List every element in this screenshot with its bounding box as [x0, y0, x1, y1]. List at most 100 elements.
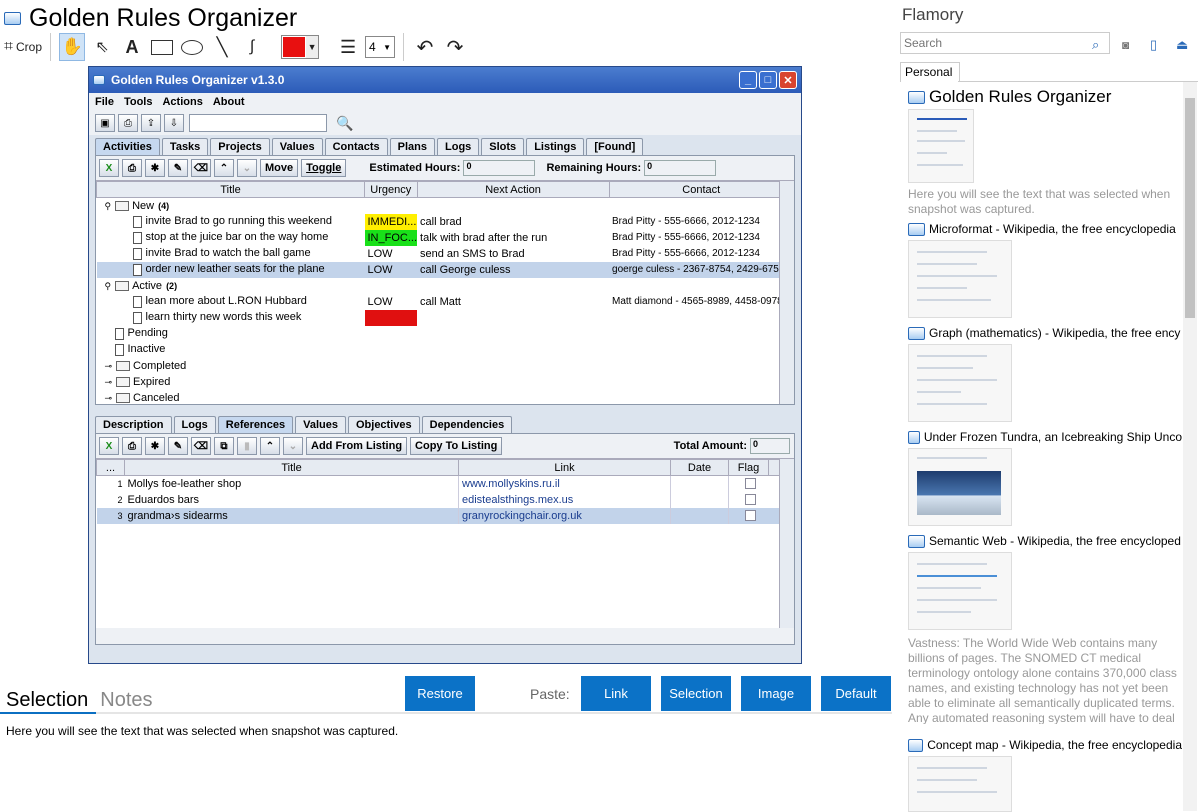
- import-icon[interactable]: ⇩: [164, 114, 184, 132]
- move-up-icon[interactable]: ⌃: [214, 159, 234, 177]
- add-from-listing-button[interactable]: Add From Listing: [306, 437, 408, 455]
- excel-icon[interactable]: X: [99, 159, 119, 177]
- menu-item-tools[interactable]: Tools: [124, 96, 153, 108]
- table-row[interactable]: invite Brad to watch the ball game LOW sen…: [97, 246, 794, 262]
- new-item-icon[interactable]: ✱: [145, 159, 165, 177]
- hand-tool[interactable]: ✋: [59, 33, 86, 61]
- tab-projects[interactable]: Projects: [210, 138, 270, 155]
- line-width-icon[interactable]: ☰: [335, 33, 361, 61]
- paste-image-button[interactable]: Image: [741, 676, 811, 711]
- move-down-icon[interactable]: ⌄: [237, 159, 257, 177]
- column-header-title[interactable]: Title: [96, 181, 365, 198]
- collapsed-node-icon[interactable]: ⊸: [105, 377, 113, 387]
- undo-button[interactable]: ↶: [412, 33, 438, 61]
- tab-tasks[interactable]: Tasks: [161, 138, 209, 155]
- expanded-node-icon[interactable]: ⚲: [105, 201, 112, 211]
- tab-activities[interactable]: Activities: [95, 138, 160, 155]
- table-row[interactable]: invite Brad to go running this weekend IM…: [97, 213, 794, 230]
- tab-logs[interactable]: Logs: [437, 138, 480, 155]
- tab-slots[interactable]: Slots: [481, 138, 525, 155]
- column-header-contact[interactable]: Contact: [608, 181, 794, 198]
- table-row[interactable]: 1 Mollys foe-leather shop www.mollyskins.r…: [97, 475, 794, 492]
- reference-link[interactable]: edistealsthings.mex.us: [458, 491, 671, 508]
- search-icon[interactable]: 🔍: [336, 115, 353, 132]
- expanded-node-icon[interactable]: ⚲: [105, 281, 112, 291]
- new-item-icon[interactable]: ✱: [145, 437, 165, 455]
- reference-link[interactable]: granyrockingchair.org.uk: [458, 507, 671, 524]
- tab-listings[interactable]: Listings: [526, 138, 585, 155]
- sidebar-search-input[interactable]: [900, 32, 1110, 54]
- copy-to-listing-button[interactable]: Copy To Listing: [410, 437, 503, 455]
- toggle-button[interactable]: Toggle: [301, 159, 347, 177]
- restore-button[interactable]: Restore: [405, 676, 475, 711]
- total-amount-field[interactable]: 0: [750, 438, 790, 454]
- tab-notes[interactable]: Notes: [100, 689, 152, 712]
- references-scrollbar[interactable]: [779, 459, 794, 628]
- table-row[interactable]: ⚲ New (4): [97, 198, 794, 214]
- collapsed-node-icon[interactable]: ⊸: [105, 361, 113, 371]
- sidebar-snapshot-item[interactable]: Microformat - Wikipedia, the free encycl…: [908, 222, 1182, 318]
- flag-checkbox[interactable]: [744, 510, 756, 522]
- sidebar-scrollbar-thumb[interactable]: [1185, 98, 1195, 318]
- column-header-flag[interactable]: Flag: [728, 459, 769, 476]
- tab-plans[interactable]: Plans: [389, 138, 435, 155]
- line-width-select[interactable]: 4 ▼: [365, 36, 396, 58]
- sidebar-snapshot-item[interactable]: Semantic Web - Wikipedia, the free encyc…: [908, 534, 1182, 724]
- tab-found[interactable]: [Found]: [586, 138, 644, 155]
- rectangle-tool[interactable]: [149, 33, 175, 61]
- column-header-date[interactable]: Date: [670, 459, 729, 476]
- table-row[interactable]: stop at the juice bar on the way home IN_…: [97, 229, 794, 246]
- excel-icon[interactable]: X: [99, 437, 119, 455]
- table-row[interactable]: lean more about L.RON Hubbard LOW call Mat…: [97, 294, 794, 310]
- tab-contacts[interactable]: Contacts: [324, 138, 388, 155]
- table-row[interactable]: Inactive: [97, 342, 794, 358]
- reference-link[interactable]: www.mollyskins.ru.il: [458, 475, 671, 492]
- table-row[interactable]: 2 Eduardos bars edistealsthings.mex.us: [97, 491, 794, 508]
- text-tool[interactable]: A: [119, 33, 145, 61]
- tab-description[interactable]: Description: [95, 416, 172, 433]
- sidebar-snapshot-item[interactable]: Golden Rules Organizer Here you will see…: [908, 87, 1182, 217]
- reference-flag[interactable]: [729, 476, 769, 492]
- tab-values[interactable]: Values: [271, 138, 323, 155]
- close-button[interactable]: ✕: [779, 71, 797, 89]
- print-icon[interactable]: ⎙: [122, 437, 142, 455]
- search-icon[interactable]: ⌕: [1092, 36, 1106, 52]
- flag-checkbox[interactable]: [744, 494, 756, 506]
- menu-item-about[interactable]: About: [213, 96, 245, 108]
- table-row[interactable]: Pending: [97, 326, 794, 342]
- freehand-tool[interactable]: ∫: [239, 33, 265, 61]
- move-up-icon[interactable]: ⌃: [260, 437, 280, 455]
- table-row[interactable]: ⊸ Completed: [97, 358, 794, 374]
- document-icon[interactable]: ▯: [1150, 36, 1164, 52]
- menu-item-actions[interactable]: Actions: [162, 96, 202, 108]
- tab-personal[interactable]: Personal: [900, 62, 960, 82]
- paste-selection-button[interactable]: Selection: [661, 676, 731, 711]
- reference-flag[interactable]: [729, 492, 769, 508]
- print-icon[interactable]: ⎙: [118, 114, 138, 132]
- delete-icon[interactable]: ⌫: [191, 437, 211, 455]
- maximize-button[interactable]: □: [759, 71, 777, 89]
- ellipse-tool[interactable]: [179, 33, 205, 61]
- table-row[interactable]: ⊸ Canceled: [97, 390, 794, 405]
- tab-values[interactable]: Values: [295, 416, 346, 433]
- search-input[interactable]: [189, 114, 327, 132]
- paste-default-button[interactable]: Default: [821, 676, 891, 711]
- print-icon[interactable]: ⎙: [122, 159, 142, 177]
- tab-references[interactable]: References: [217, 416, 294, 433]
- move-down-icon[interactable]: ⌄: [283, 437, 303, 455]
- redo-button[interactable]: ↷: [442, 33, 468, 61]
- tab-objectives[interactable]: Objectives: [347, 416, 420, 433]
- move-button[interactable]: Move: [260, 159, 299, 177]
- save-icon[interactable]: ▣: [95, 114, 115, 132]
- estimated-hours-field[interactable]: 0: [463, 160, 536, 176]
- delete-icon[interactable]: ⌫: [191, 159, 211, 177]
- paste-link-button[interactable]: Link: [581, 676, 651, 711]
- flag-checkbox[interactable]: [744, 478, 756, 490]
- sidebar-snapshot-item[interactable]: Concept map - Wikipedia, the free encycl…: [908, 738, 1182, 812]
- column-header-next-action[interactable]: Next Action: [416, 181, 610, 198]
- collapse-icon[interactable]: ⏏: [1176, 36, 1190, 52]
- remaining-hours-field[interactable]: 0: [644, 160, 717, 176]
- column-header-urgency[interactable]: Urgency: [364, 181, 418, 198]
- sidebar-snapshot-item[interactable]: Under Frozen Tundra, an Icebreaking Ship…: [908, 430, 1182, 526]
- edit-icon[interactable]: ✎: [168, 159, 188, 177]
